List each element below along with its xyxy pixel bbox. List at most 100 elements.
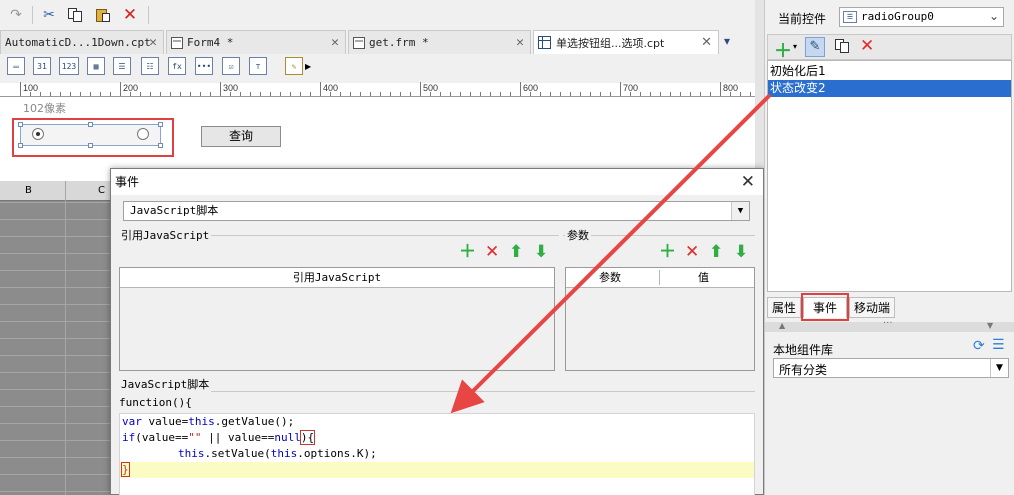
tab-mobile[interactable]: 移动端 xyxy=(849,297,895,318)
query-button[interactable]: 查询 xyxy=(201,126,281,147)
script-type-select[interactable]: JavaScript脚本 ▼ xyxy=(123,201,750,221)
close-icon[interactable]: ✕ xyxy=(701,35,712,50)
close-icon[interactable]: ✕ xyxy=(331,35,339,50)
script-type-value: JavaScript脚本 xyxy=(130,204,219,217)
chevron-down-icon[interactable]: ▼ xyxy=(990,359,1008,377)
resize-handle[interactable] xyxy=(88,143,93,148)
delete-icon[interactable]: ✕ xyxy=(860,36,874,56)
resize-handle[interactable] xyxy=(18,122,23,127)
form-icon xyxy=(171,36,183,49)
ruler-tick xyxy=(80,92,81,96)
edit-icon[interactable]: ✎ xyxy=(805,37,825,57)
ruler-tick xyxy=(600,92,601,96)
tab-form4[interactable]: Form4 * ✕ xyxy=(166,30,346,54)
delete-icon[interactable]: ✕ xyxy=(485,243,499,261)
category-select[interactable]: 所有分类 ▼ xyxy=(773,358,1009,378)
refresh-icon[interactable]: ⟳ xyxy=(973,338,985,354)
grid-line xyxy=(0,304,110,305)
grid-line xyxy=(0,457,110,458)
add-icon[interactable]: ＋ xyxy=(659,243,676,261)
ruler-tick xyxy=(320,82,321,96)
ruler-tick xyxy=(720,82,721,96)
chevron-down-icon[interactable]: ⌄ xyxy=(989,9,999,23)
delete-icon[interactable]: ✕ xyxy=(121,5,139,25)
ruler-tick xyxy=(140,92,141,96)
date-widget-icon[interactable]: 31 xyxy=(33,57,51,75)
close-icon[interactable]: ✕ xyxy=(516,35,524,50)
ruler-tick xyxy=(380,92,381,96)
copy-icon[interactable] xyxy=(834,38,850,57)
ruler-label: 100 xyxy=(23,83,39,93)
checkbox-widget-icon[interactable]: ☑ xyxy=(222,57,240,75)
paste-icon[interactable] xyxy=(94,6,112,24)
tab-list-icon[interactable]: ▾ xyxy=(724,34,730,48)
password-widget-icon[interactable]: ••• xyxy=(195,57,213,75)
tab-automatic-down[interactable]: AutomaticD...1Down.cpt ✕ xyxy=(0,30,164,54)
canvas-scrollbar[interactable] xyxy=(755,0,764,181)
radio-group-widget-icon[interactable]: ☰ xyxy=(113,57,131,75)
params-table[interactable]: 参数 值 xyxy=(565,267,755,371)
app-window: ↷ ✂ ✕ AutomaticD...1Down.cpt ✕ Form4 * ✕… xyxy=(0,0,1014,495)
drag-handle-icon[interactable]: ··· xyxy=(883,318,893,329)
grid-line xyxy=(0,474,110,475)
ruler-tick xyxy=(170,92,171,96)
collapse-down-icon[interactable]: ▼ xyxy=(987,321,993,330)
collapse-up-icon[interactable]: ▲ xyxy=(779,321,785,330)
resize-handle[interactable] xyxy=(158,122,163,127)
splitter-bar[interactable]: ▲ ··· ▼ xyxy=(765,318,1014,332)
table-widget-icon[interactable]: ▦ xyxy=(87,57,105,75)
formula-widget-icon[interactable]: fx xyxy=(168,57,186,75)
ruler-tick xyxy=(370,92,371,96)
move-up-icon[interactable]: ⬆ xyxy=(509,243,523,261)
event-list[interactable]: 初始化后1 状态改变2 xyxy=(767,60,1012,292)
grid-line xyxy=(0,389,110,390)
event-toolbar: ＋ ▾ ✎ ✕ xyxy=(767,34,1012,62)
close-icon[interactable]: ✕ xyxy=(741,172,755,192)
move-up-icon[interactable]: ⬆ xyxy=(709,243,723,261)
tab-get-frm[interactable]: get.frm * ✕ xyxy=(348,30,531,54)
list-item[interactable]: 初始化后1 xyxy=(768,63,1011,80)
chevron-down-icon[interactable]: ▾ xyxy=(793,42,797,51)
move-down-icon[interactable]: ⬇ xyxy=(734,243,748,261)
radio-group-widget[interactable] xyxy=(18,122,163,148)
list-item-selected[interactable]: 状态改变2 xyxy=(768,80,1011,97)
tab-radio-group-cpt[interactable]: 单选按钮组...选项.cpt ✕ xyxy=(533,30,719,54)
ruler-tick xyxy=(260,92,261,96)
copy-icon[interactable] xyxy=(66,6,84,24)
ruler-tick xyxy=(210,92,211,96)
ruler-tick xyxy=(540,92,541,96)
resize-handle[interactable] xyxy=(88,122,93,127)
delete-icon[interactable]: ✕ xyxy=(685,243,699,261)
ruler-tick xyxy=(300,92,301,96)
cut-icon[interactable]: ✂ xyxy=(40,6,58,24)
tab-props[interactable]: 属性 xyxy=(767,297,801,318)
code-editor[interactable]: var value=this.getValue(); if(value=="" … xyxy=(119,413,755,495)
number-widget-icon[interactable]: 123 xyxy=(59,57,79,75)
move-down-icon[interactable]: ⬇ xyxy=(534,243,548,261)
add-icon[interactable]: ＋ xyxy=(459,243,476,261)
ruler-tick xyxy=(360,92,361,96)
edit-widget-icon[interactable]: ✎ xyxy=(285,57,303,75)
column-header: B C xyxy=(0,181,120,201)
ref-js-table[interactable]: 引用JavaScript xyxy=(119,267,555,371)
ruler-label: 600 xyxy=(523,83,539,93)
radio-button[interactable] xyxy=(137,128,149,140)
redo-icon[interactable]: ↷ xyxy=(7,6,25,24)
label-widget-icon[interactable]: ▭ xyxy=(7,57,25,75)
radio-button-selected[interactable] xyxy=(32,128,44,140)
checkbox-group-widget-icon[interactable]: ☷ xyxy=(141,57,159,75)
ruler-tick xyxy=(350,92,351,96)
expand-icon[interactable]: ▶ xyxy=(305,62,311,71)
menu-icon[interactable]: ☰ xyxy=(992,337,1005,353)
ruler-tick xyxy=(290,92,291,96)
current-widget-value: radioGroup0 xyxy=(861,10,934,23)
report-icon xyxy=(538,36,551,49)
ruler-tick xyxy=(620,82,621,96)
current-widget-select[interactable]: ☰ radioGroup0 ⌄ xyxy=(839,7,1004,27)
resize-handle[interactable] xyxy=(18,143,23,148)
close-icon[interactable]: ✕ xyxy=(149,35,157,50)
chevron-down-icon[interactable]: ▼ xyxy=(731,202,749,220)
tree-widget-icon[interactable]: ⊤ xyxy=(249,57,267,75)
params-header: 参数 值 xyxy=(566,268,754,288)
resize-handle[interactable] xyxy=(158,143,163,148)
